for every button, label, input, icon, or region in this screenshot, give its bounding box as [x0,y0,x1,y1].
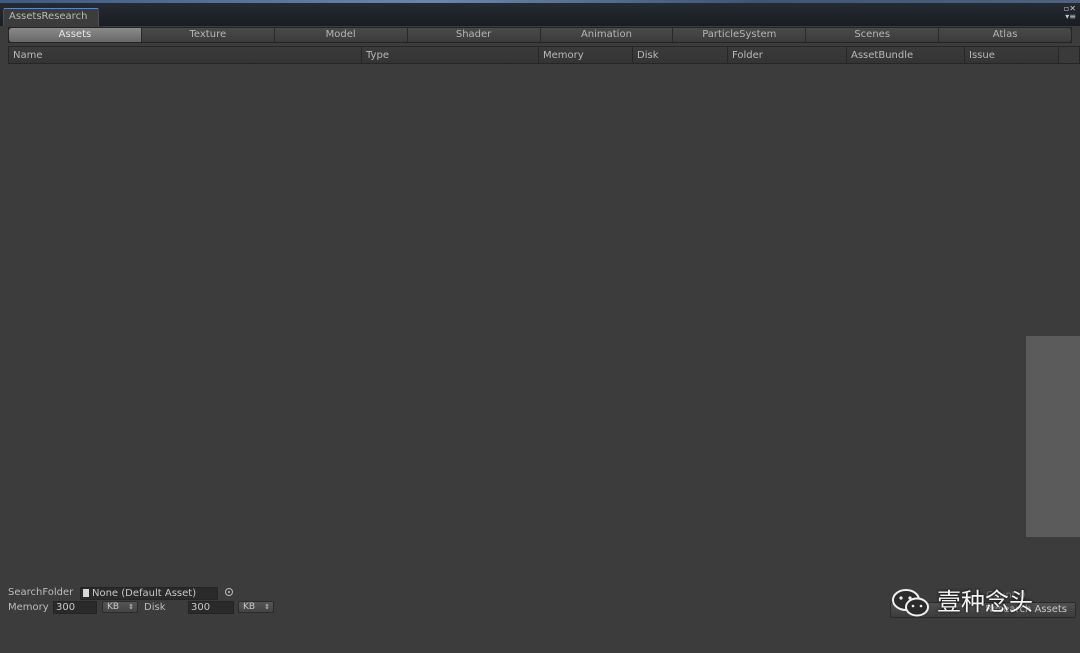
header-filler [1059,47,1079,63]
disk-label: Disk [144,602,166,613]
dropdown-arrow-icon: ⇕ [264,603,270,611]
assets-research-window: AssetsResearch ▫✕ ▾≡ Assets Texture Mode… [0,0,1080,653]
tab-shader[interactable]: Shader [407,28,541,42]
category-toolbar: Assets Texture Model Shader Animation Pa… [8,27,1072,43]
tab-animation[interactable]: Animation [540,28,674,42]
search-folder-value: None (Default Asset) [92,588,197,599]
dropdown-arrow-icon: ⇕ [128,603,134,611]
desktop-background-strip [0,0,1080,3]
column-header-type[interactable]: Type [362,47,539,63]
watermark: 壹种念头 [891,585,1051,621]
disk-input[interactable]: 300 [188,601,234,614]
column-header-folder[interactable]: Folder [728,47,847,63]
tab-model[interactable]: Model [274,28,408,42]
memory-unit-value: KB [107,602,120,612]
wechat-icon [892,589,929,617]
disk-unit-dropdown[interactable]: KB ⇕ [238,601,274,613]
tab-scenes[interactable]: Scenes [806,28,940,42]
table-header: Name Type Memory Disk Folder AssetBundle… [8,46,1080,64]
column-header-disk[interactable]: Disk [633,47,728,63]
search-folder-label: SearchFolder [8,587,74,598]
window-menu-icon[interactable]: ▾≡ [1062,13,1076,21]
tab-assets[interactable]: Assets [9,28,142,42]
object-picker-icon[interactable] [225,588,233,596]
column-header-name[interactable]: Name [9,47,362,63]
disk-unit-value: KB [243,602,256,612]
memory-unit-dropdown[interactable]: KB ⇕ [102,601,138,613]
memory-input[interactable]: 300 [53,601,97,614]
column-header-assetbundle[interactable]: AssetBundle [847,47,965,63]
search-folder-field[interactable]: None (Default Asset) [80,587,218,600]
window-title-tab[interactable]: AssetsResearch [3,8,99,26]
vertical-scrollbar-thumb[interactable] [1026,336,1080,537]
tab-atlas[interactable]: Atlas [939,28,1071,42]
tab-texture[interactable]: Texture [141,28,275,42]
results-table-body [8,64,1026,584]
document-icon [83,589,89,597]
window-controls[interactable]: ▫✕ ▾≡ [1062,5,1076,23]
memory-label: Memory [8,602,49,613]
column-header-memory[interactable]: Memory [539,47,633,63]
tab-particle-system[interactable]: ParticleSystem [673,28,807,42]
editor-top-bar: AssetsResearch ▫✕ ▾≡ [0,0,1080,26]
watermark-text: 壹种念头 [937,588,1033,616]
column-header-issue[interactable]: Issue [965,47,1059,63]
